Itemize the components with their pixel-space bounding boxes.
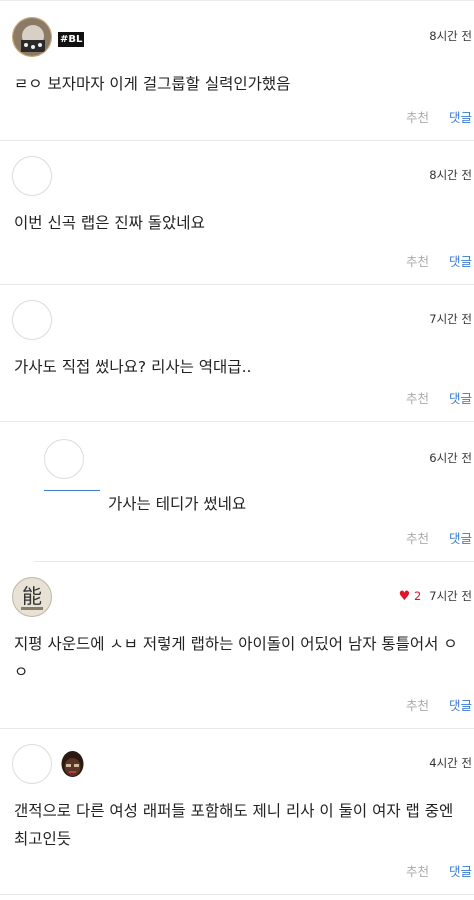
avatar-character: 能 <box>22 584 42 608</box>
reply-button[interactable]: 댓글 <box>449 254 472 269</box>
comment-item: 8시간 전 이번 신곡 랩은 진짜 돌았네요 추천 댓글 <box>0 141 474 285</box>
comment-time: 8시간 전 <box>429 29 472 43</box>
comment-text: 이번 신곡 랩은 진짜 돌았네요 <box>14 214 205 232</box>
comment-time: 8시간 전 <box>429 168 472 182</box>
comment-time: 6시간 전 <box>429 451 472 465</box>
heart-icon[interactable]: ♥ <box>399 589 411 604</box>
comment-item: #BL 8시간 전 ㄹㅇ 보자마자 이게 걸그룹할 실력인가했음 추천 댓글 <box>0 2 474 141</box>
reply-button[interactable]: 댓글 <box>449 864 472 879</box>
reply-indicator <box>44 490 100 491</box>
comment-item: 4시간 전 갠적으로 다른 여성 래퍼들 포함해도 제니 리사 이 둘이 여자 … <box>0 729 474 895</box>
avatar[interactable] <box>12 300 52 340</box>
user-emoji-icon <box>61 751 84 777</box>
recommend-button[interactable]: 추천 <box>406 254 429 269</box>
reply-button[interactable]: 댓글 <box>449 531 472 546</box>
avatar[interactable] <box>12 156 52 196</box>
recommend-button[interactable]: 추천 <box>406 531 429 546</box>
comment-meta: ♥ 2 7시간 전 <box>399 588 472 604</box>
comment-text: 가사는 테디가 썼네요 <box>108 495 247 513</box>
user-photo-icon <box>13 18 51 56</box>
avatar[interactable]: 能 <box>12 577 52 617</box>
comment-text: 가사도 직접 썼나요? 리사는 역대급.. <box>14 358 252 376</box>
comment-text: 갠적으로 다른 여성 래퍼들 포함해도 제니 리사 이 둘이 여자 랩 중엔 최… <box>14 802 454 848</box>
comment-item: 能 ♥ 2 7시간 전 지평 사운드에 ㅅㅂ 저렇게 랩하는 아이돌이 어딨어 남… <box>0 562 474 729</box>
comment-list: #BL 8시간 전 ㄹㅇ 보자마자 이게 걸그룹할 실력인가했음 추천 댓글 8… <box>0 0 474 900</box>
recommend-button[interactable]: 추천 <box>406 698 429 713</box>
avatar[interactable] <box>12 744 52 784</box>
like-count: 2 <box>413 589 422 603</box>
reply-button[interactable]: 댓글 <box>449 698 472 713</box>
comment-text: 지평 사운드에 ㅅㅂ 저렇게 랩하는 아이돌이 어딨어 남자 통틀어서 ㅇㅇ <box>14 635 458 681</box>
avatar[interactable] <box>44 439 84 479</box>
avatar[interactable] <box>12 17 52 57</box>
comment-actions: 추천 댓글 <box>406 251 472 270</box>
reply-button[interactable]: 댓글 <box>449 391 472 406</box>
recommend-button[interactable]: 추천 <box>406 391 429 406</box>
avatar-caption-decoration <box>21 607 43 610</box>
comment-actions: 추천 댓글 <box>406 861 472 880</box>
comment-time: 7시간 전 <box>429 589 472 603</box>
comment-actions: 추천 댓글 <box>406 388 472 407</box>
reply-comment-item: 6시간 전 가사는 테디가 썼네요 추천 댓글 <box>34 422 474 562</box>
user-badge: #BL <box>58 32 85 47</box>
comment-actions: 추천 댓글 <box>406 528 472 547</box>
recommend-button[interactable]: 추천 <box>406 864 429 879</box>
divider <box>0 0 474 1</box>
reply-button[interactable]: 댓글 <box>449 110 472 125</box>
comment-actions: 추천 댓글 <box>406 695 472 714</box>
comment-item: 7시간 전 가사도 직접 썼나요? 리사는 역대급.. 추천 댓글 <box>0 285 474 422</box>
comment-time: 7시간 전 <box>429 312 472 326</box>
comment-text: ㄹㅇ 보자마자 이게 걸그룹할 실력인가했음 <box>14 75 291 93</box>
recommend-button[interactable]: 추천 <box>406 110 429 125</box>
comment-actions: 추천 댓글 <box>406 107 472 126</box>
comment-time: 4시간 전 <box>429 756 472 770</box>
